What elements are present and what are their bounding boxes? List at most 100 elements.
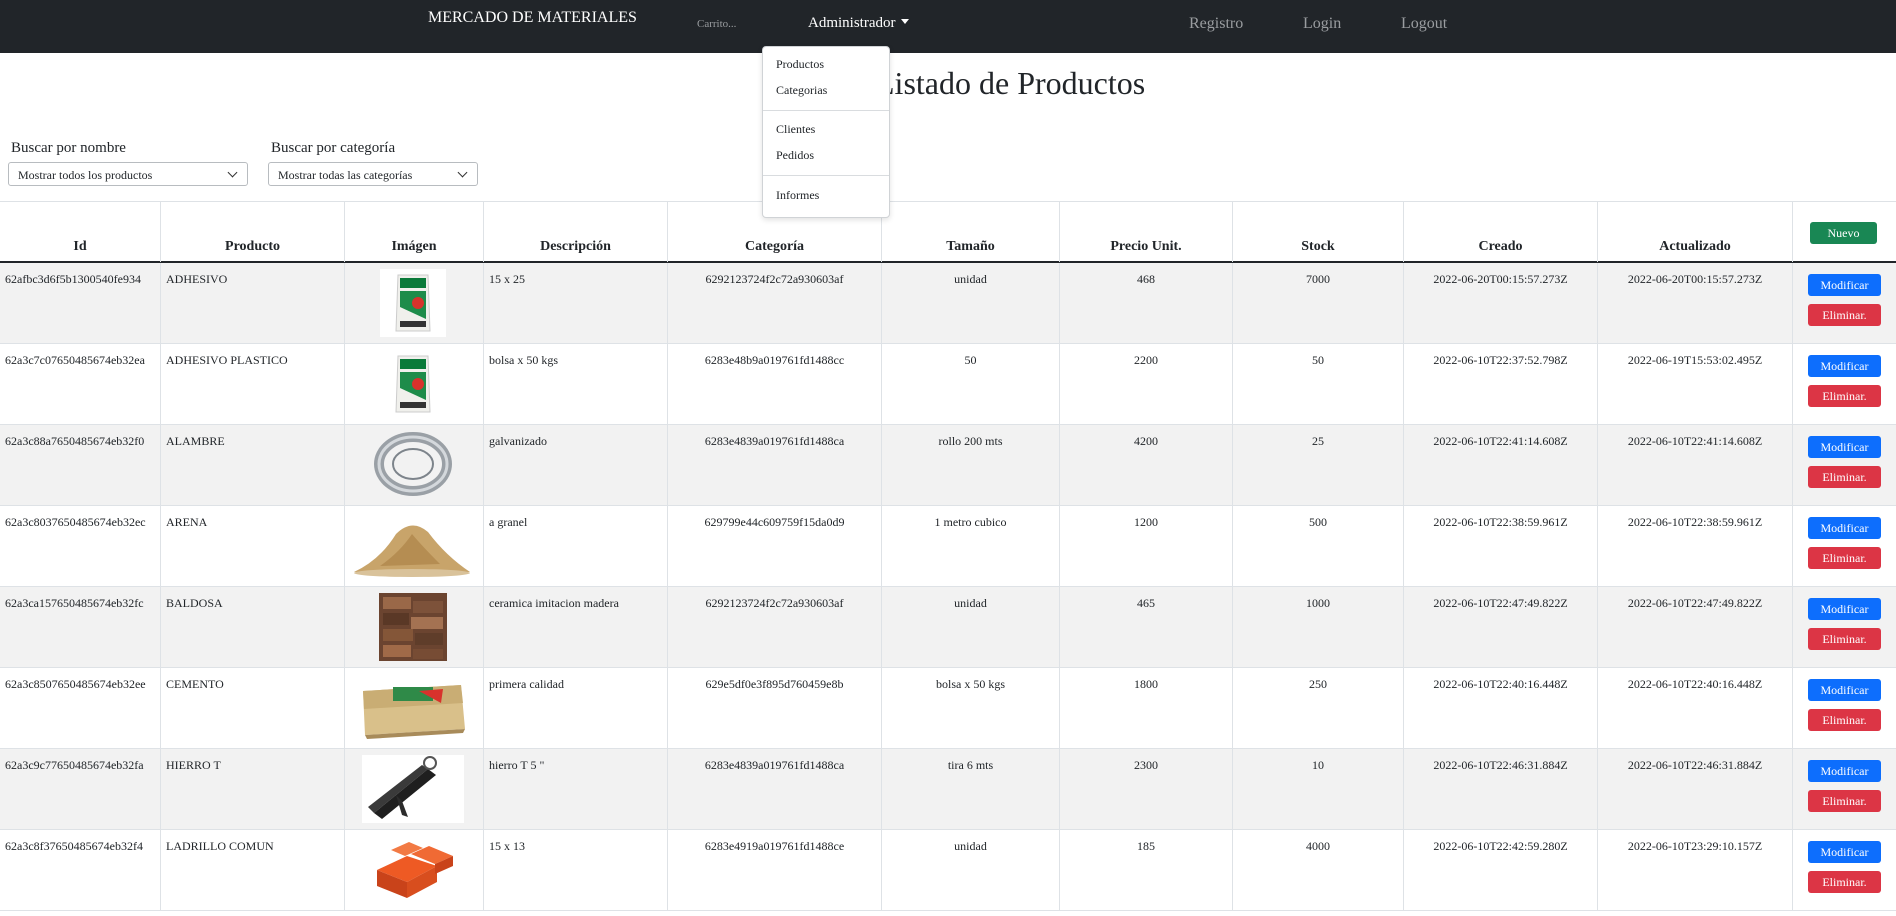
cell-tamano: 1 metro cubico xyxy=(881,506,1059,586)
delete-product-button[interactable]: Eliminar. xyxy=(1808,385,1881,407)
cell-tamano: unidad xyxy=(881,587,1059,667)
delete-product-button[interactable]: Eliminar. xyxy=(1808,628,1881,650)
table-row: 62afbc3d6f5b1300540fe934 ADHESIVO 15 x 25 6… xyxy=(0,263,1896,344)
top-navbar: MERCADO DE MATERIALES Carrito... Adminis… xyxy=(0,0,1896,53)
edit-product-button[interactable]: Modificar xyxy=(1808,841,1881,863)
cell-id: 62a3ca157650485674eb32fc xyxy=(5,596,144,610)
cell-categoria: 6283e4839a019761fd1488ca xyxy=(667,425,881,505)
cell-producto: CEMENTO xyxy=(160,668,344,748)
edit-product-button[interactable]: Modificar xyxy=(1808,760,1881,782)
cart-link[interactable]: Carrito... xyxy=(697,18,736,30)
header-actualizado: Actualizado xyxy=(1597,202,1792,262)
registro-link[interactable]: Registro xyxy=(1189,15,1243,33)
admin-dropdown-menu: Productos Categorias Clientes Pedidos In… xyxy=(762,46,890,218)
menu-item-informes[interactable]: Informes xyxy=(776,188,819,203)
menu-item-productos[interactable]: Productos xyxy=(776,57,824,72)
login-link[interactable]: Login xyxy=(1303,15,1341,33)
cell-categoria: 6283e4919a019761fd1488ce xyxy=(667,830,881,910)
cell-creado: 2022-06-10T22:37:52.798Z xyxy=(1403,344,1597,424)
cell-id: 62a3c9c77650485674eb32fa xyxy=(5,758,144,772)
delete-product-button[interactable]: Eliminar. xyxy=(1808,871,1881,893)
new-product-button[interactable]: Nuevo xyxy=(1810,222,1877,244)
cell-tamano: rollo 200 mts xyxy=(881,425,1059,505)
edit-product-button[interactable]: Modificar xyxy=(1808,436,1881,458)
cell-creado: 2022-06-10T22:40:16.448Z xyxy=(1403,668,1597,748)
cell-creado: 2022-06-10T22:38:59.961Z xyxy=(1403,506,1597,586)
cell-tamano: 50 xyxy=(881,344,1059,424)
cell-producto: ALAMBRE xyxy=(160,425,344,505)
edit-product-button[interactable]: Modificar xyxy=(1808,355,1881,377)
cell-descripcion: a granel xyxy=(483,506,667,586)
cell-id: 62a3c88a7650485674eb32f0 xyxy=(5,434,145,448)
cell-categoria: 6292123724f2c72a930603af xyxy=(667,263,881,343)
edit-product-button[interactable]: Modificar xyxy=(1808,679,1881,701)
delete-product-button[interactable]: Eliminar. xyxy=(1808,304,1881,326)
cell-creado: 2022-06-20T00:15:57.273Z xyxy=(1403,263,1597,343)
delete-product-button[interactable]: Eliminar. xyxy=(1808,466,1881,488)
cell-stock: 25 xyxy=(1232,425,1403,505)
cell-stock: 500 xyxy=(1232,506,1403,586)
cell-creado: 2022-06-10T22:42:59.280Z xyxy=(1403,830,1597,910)
cell-creado: 2022-06-10T22:41:14.608Z xyxy=(1403,425,1597,505)
edit-product-button[interactable]: Modificar xyxy=(1808,598,1881,620)
cell-id: 62a3c7c07650485674eb32ea xyxy=(5,353,145,367)
cell-descripcion: 15 x 25 xyxy=(483,263,667,343)
cell-precio: 1800 xyxy=(1059,668,1232,748)
header-creado: Creado xyxy=(1403,202,1597,262)
cell-actualizado: 2022-06-20T00:15:57.273Z xyxy=(1597,263,1792,343)
cell-precio: 2300 xyxy=(1059,749,1232,829)
cell-creado: 2022-06-10T22:47:49.822Z xyxy=(1403,587,1597,667)
menu-item-clientes[interactable]: Clientes xyxy=(776,122,815,137)
cell-tamano: unidad xyxy=(881,830,1059,910)
cell-stock: 1000 xyxy=(1232,587,1403,667)
admin-label: Administrador xyxy=(808,15,896,31)
cell-id: 62a3c8f37650485674eb32f4 xyxy=(5,839,143,853)
menu-item-categorias[interactable]: Categorias xyxy=(776,83,827,98)
menu-item-pedidos[interactable]: Pedidos xyxy=(776,148,814,163)
admin-dropdown-toggle[interactable]: Administrador xyxy=(808,15,909,32)
page-title: Listado de Productos xyxy=(875,65,1146,101)
cell-descripcion: bolsa x 50 kgs xyxy=(483,344,667,424)
cell-producto: ARENA xyxy=(160,506,344,586)
delete-product-button[interactable]: Eliminar. xyxy=(1808,547,1881,569)
caret-down-icon xyxy=(900,19,909,25)
cell-producto: BALDOSA xyxy=(160,587,344,667)
cell-descripcion: ceramica imitacion madera xyxy=(483,587,667,667)
cell-producto: ADHESIVO xyxy=(160,263,344,343)
delete-product-button[interactable]: Eliminar. xyxy=(1808,709,1881,731)
product-image-wood-tile xyxy=(379,593,447,666)
header-imagen: Imágen xyxy=(344,202,483,262)
cell-tamano: unidad xyxy=(881,263,1059,343)
product-image-sand-pile xyxy=(350,512,474,585)
logout-link[interactable]: Logout xyxy=(1401,15,1447,33)
product-image-wire-coil xyxy=(372,432,454,503)
cell-categoria: 6283e4839a019761fd1488ca xyxy=(667,749,881,829)
cell-stock: 250 xyxy=(1232,668,1403,748)
edit-product-button[interactable]: Modificar xyxy=(1808,517,1881,539)
cell-precio: 468 xyxy=(1059,263,1232,343)
cell-stock: 4000 xyxy=(1232,830,1403,910)
edit-product-button[interactable]: Modificar xyxy=(1808,274,1881,296)
product-image-cement-bag xyxy=(357,673,469,748)
cell-producto: HIERRO T xyxy=(160,749,344,829)
brand-link[interactable]: MERCADO DE MATERIALES xyxy=(428,9,637,27)
category-filter-select[interactable]: Mostrar todas las categorías xyxy=(268,162,478,186)
cell-creado: 2022-06-10T22:46:31.884Z xyxy=(1403,749,1597,829)
cell-precio: 1200 xyxy=(1059,506,1232,586)
header-tamano: Tamaño xyxy=(881,202,1059,262)
header-stock: Stock xyxy=(1232,202,1403,262)
cell-descripcion: hierro T 5 " xyxy=(483,749,667,829)
cell-actualizado: 2022-06-10T23:29:10.157Z xyxy=(1597,830,1792,910)
cell-actualizado: 2022-06-10T22:46:31.884Z xyxy=(1597,749,1792,829)
name-filter-select[interactable]: Mostrar todos los productos xyxy=(8,162,248,186)
cell-actualizado: 2022-06-10T22:38:59.961Z xyxy=(1597,506,1792,586)
cell-producto: LADRILLO COMUN xyxy=(160,830,344,910)
delete-product-button[interactable]: Eliminar. xyxy=(1808,790,1881,812)
header-id: Id xyxy=(73,239,87,254)
cell-stock: 50 xyxy=(1232,344,1403,424)
table-row: 62a3c88a7650485674eb32f0 ALAMBRE galvaniza… xyxy=(0,425,1896,506)
cell-id: 62a3c8037650485674eb32ec xyxy=(5,515,146,529)
menu-divider xyxy=(763,175,889,176)
category-filter-value: Mostrar todas las categorías xyxy=(278,168,413,182)
cell-actualizado: 2022-06-19T15:53:02.495Z xyxy=(1597,344,1792,424)
